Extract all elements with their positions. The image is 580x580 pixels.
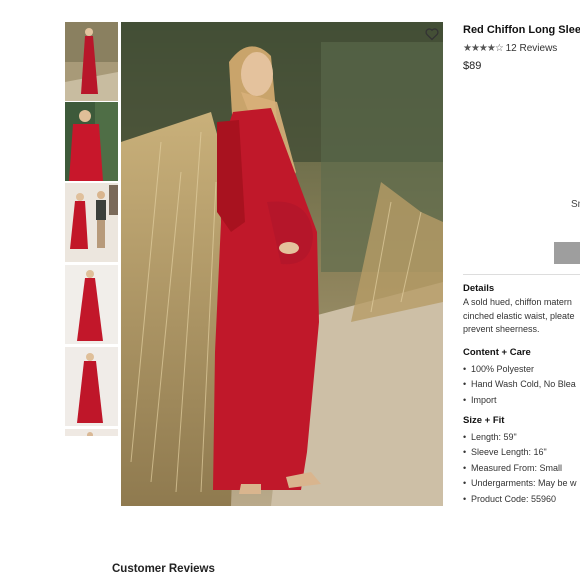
divider — [463, 274, 580, 275]
review-count-link[interactable]: 12 Reviews — [506, 43, 558, 54]
list-item: Product Code: 55960 — [463, 492, 580, 507]
add-to-bag-button[interactable] — [554, 242, 580, 264]
thumbnail-6[interactable] — [65, 429, 118, 436]
details-line: A sold hued, chiffon matern — [463, 297, 572, 307]
breadcrumb-cutoff — [64, 0, 394, 5]
thumbnail-5[interactable] — [65, 347, 118, 426]
size-option[interactable]: Sm — [571, 199, 580, 210]
list-item: 100% Polyester — [463, 362, 580, 378]
details-line: cinched elastic waist, pleate — [463, 310, 575, 321]
content-care-heading: Content + Care — [463, 347, 531, 358]
size-fit-section: Size + Fit Length: 59" Sleeve Length: 16… — [463, 415, 580, 507]
star-rating-icon: ★★★★☆ — [463, 43, 504, 54]
list-item: Measured From: Small — [463, 461, 580, 477]
list-item: Sleeve Length: 16" — [463, 445, 580, 461]
heart-icon[interactable] — [425, 27, 439, 41]
list-item: Undergarments: May be w — [463, 476, 580, 492]
list-item: Length: 59" — [463, 430, 580, 446]
list-item: Import — [463, 393, 580, 408]
size-fit-heading: Size + Fit — [463, 415, 505, 426]
details-section: Details A sold hued, chiffon matern cinc… — [463, 283, 580, 337]
thumbnail-1[interactable] — [65, 22, 118, 101]
details-heading: Details — [463, 283, 495, 294]
thumbnail-4[interactable] — [65, 265, 118, 344]
product-price: $89 — [463, 60, 482, 72]
customer-reviews-heading: Customer Reviews — [112, 563, 215, 575]
content-care-section: Content + Care 100% Polyester Hand Wash … — [463, 347, 580, 408]
list-item: Hand Wash Cold, No Blea — [463, 377, 580, 393]
thumbnail-3[interactable] — [65, 183, 118, 262]
details-line: prevent sheerness. — [463, 324, 540, 334]
thumbnail-gallery — [65, 22, 119, 436]
product-title: Red Chiffon Long Sleeve — [463, 24, 580, 36]
rating-summary[interactable]: ★★★★☆ 12 Reviews — [463, 43, 557, 54]
main-product-image — [121, 22, 443, 506]
thumbnail-2[interactable] — [65, 102, 118, 181]
